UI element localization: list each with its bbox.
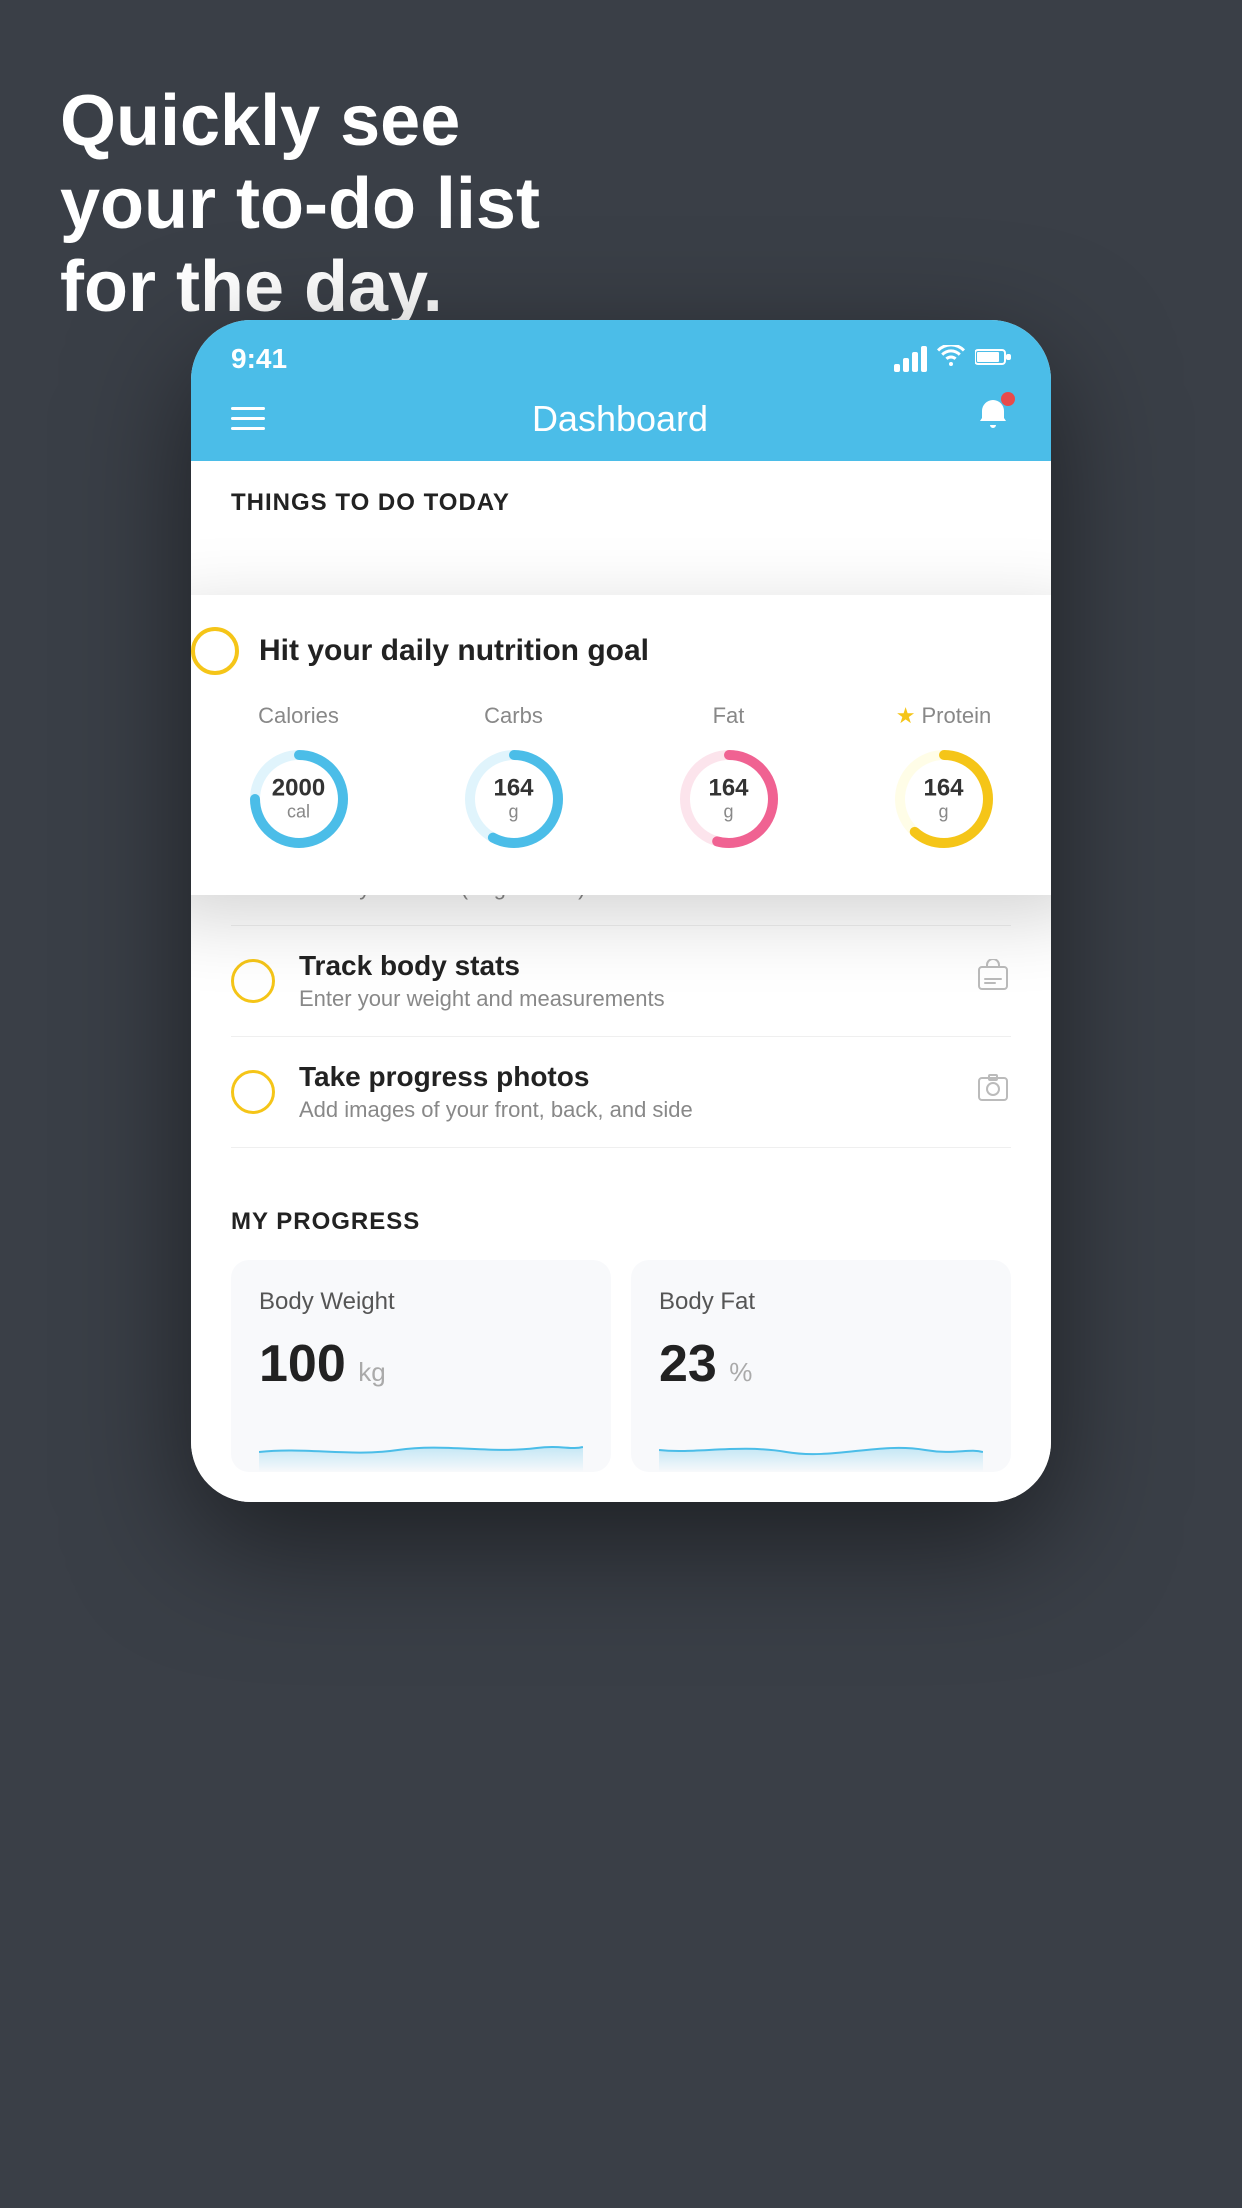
nutrition-circles: Calories 2000 cal: [191, 703, 1051, 859]
protein-donut: 164 g: [884, 739, 1004, 859]
body-fat-value: 23: [659, 1335, 717, 1393]
photo-icon: [975, 1070, 1011, 1114]
task-bodystats-title: Track body stats: [299, 950, 959, 982]
carbs-donut: 164 g: [454, 739, 574, 859]
nutrition-protein: ★ Protein 164 g: [884, 703, 1004, 859]
nav-title: Dashboard: [532, 398, 708, 440]
body-fat-chart: [659, 1412, 983, 1472]
body-weight-value: 100: [259, 1335, 346, 1393]
nutrition-card-title: Hit your daily nutrition goal: [259, 634, 649, 668]
calories-unit: cal: [272, 802, 325, 823]
menu-button[interactable]: [231, 407, 265, 430]
nutrition-carbs: Carbs 164 g: [454, 703, 574, 859]
hero-heading: Quickly see your to-do list for the day.: [60, 80, 540, 328]
fat-donut: 164 g: [669, 739, 789, 859]
signal-bars-icon: [894, 346, 927, 372]
things-today-header: THINGS TO DO TODAY: [191, 461, 1051, 535]
protein-unit: g: [923, 802, 963, 823]
calories-value: 2000: [272, 775, 325, 801]
hero-line1: Quickly see: [60, 80, 540, 163]
body-weight-title: Body Weight: [259, 1288, 583, 1316]
protein-label: Protein: [922, 703, 992, 729]
carbs-unit: g: [493, 802, 533, 823]
body-fat-value-row: 23 %: [659, 1334, 983, 1394]
main-content: THINGS TO DO TODAY Hit your daily nutrit…: [191, 461, 1051, 1502]
status-bar: 9:41: [191, 320, 1051, 380]
status-icons: [894, 345, 1011, 374]
fat-value: 164: [708, 775, 748, 801]
carbs-label: Carbs: [484, 703, 543, 729]
nutrition-checkbox[interactable]: [191, 627, 239, 675]
task-photos-title: Take progress photos: [299, 1061, 959, 1093]
notification-button[interactable]: [975, 396, 1011, 441]
nav-bar: Dashboard: [191, 380, 1051, 461]
body-fat-card: Body Fat 23 %: [631, 1260, 1011, 1472]
fat-unit: g: [708, 802, 748, 823]
protein-star-icon: ★: [896, 703, 916, 729]
task-area: Hit your daily nutrition goal Calories: [191, 535, 1051, 1168]
notification-dot: [1001, 392, 1015, 406]
task-photos-text: Take progress photos Add images of your …: [299, 1061, 959, 1123]
hero-line3: for the day.: [60, 246, 540, 329]
calories-donut: 2000 cal: [239, 739, 359, 859]
task-photos-checkbox[interactable]: [231, 1070, 275, 1114]
phone-screen: 9:41: [191, 320, 1051, 1502]
progress-header: MY PROGRESS: [231, 1208, 1011, 1236]
scale-icon: [975, 959, 1011, 1003]
body-weight-chart: [259, 1412, 583, 1472]
progress-section: MY PROGRESS Body Weight 100 kg: [191, 1168, 1051, 1502]
protein-value: 164: [923, 775, 963, 801]
wifi-icon: [937, 345, 965, 374]
task-progress-photos[interactable]: Take progress photos Add images of your …: [231, 1037, 1011, 1148]
battery-icon: [975, 346, 1011, 372]
nutrition-calories: Calories 2000 cal: [239, 703, 359, 859]
phone-frame: 9:41: [191, 320, 1051, 1502]
body-weight-card: Body Weight 100 kg: [231, 1260, 611, 1472]
carbs-value: 164: [493, 775, 533, 801]
task-bodystats-checkbox[interactable]: [231, 959, 275, 1003]
task-bodystats-text: Track body stats Enter your weight and m…: [299, 950, 959, 1012]
body-fat-title: Body Fat: [659, 1288, 983, 1316]
body-fat-unit: %: [729, 1357, 752, 1387]
body-weight-value-row: 100 kg: [259, 1334, 583, 1394]
calories-label: Calories: [258, 703, 339, 729]
fat-label: Fat: [713, 703, 745, 729]
task-body-stats[interactable]: Track body stats Enter your weight and m…: [231, 926, 1011, 1037]
status-time: 9:41: [231, 343, 287, 375]
nutrition-card-header: Hit your daily nutrition goal: [191, 627, 1051, 675]
task-photos-subtitle: Add images of your front, back, and side: [299, 1097, 959, 1123]
nutrition-fat: Fat 164 g: [669, 703, 789, 859]
body-weight-unit: kg: [358, 1357, 385, 1387]
task-bodystats-subtitle: Enter your weight and measurements: [299, 986, 959, 1012]
nutrition-card: Hit your daily nutrition goal Calories: [191, 595, 1051, 895]
hero-line2: your to-do list: [60, 163, 540, 246]
progress-cards: Body Weight 100 kg: [231, 1260, 1011, 1472]
